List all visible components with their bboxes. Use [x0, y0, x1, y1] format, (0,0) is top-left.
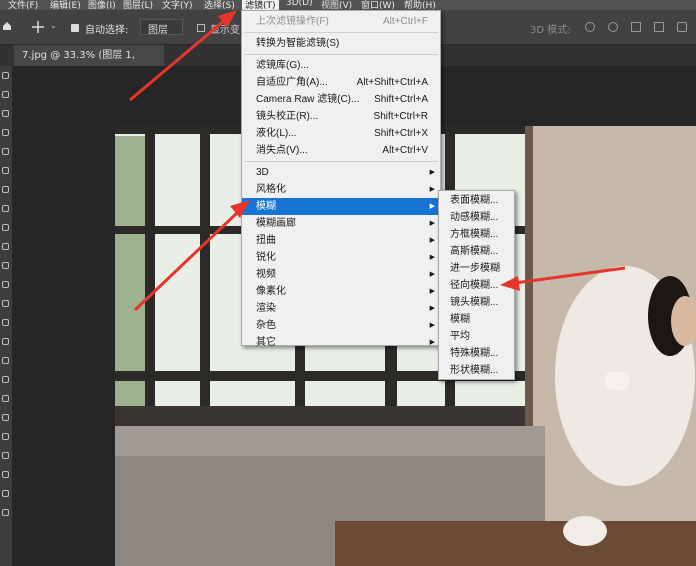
annotation-arrows: [129, 10, 626, 312]
red-arrow-icon: [500, 266, 626, 291]
red-arrow-icon: [129, 10, 237, 102]
red-arrow-icon: [133, 200, 250, 312]
